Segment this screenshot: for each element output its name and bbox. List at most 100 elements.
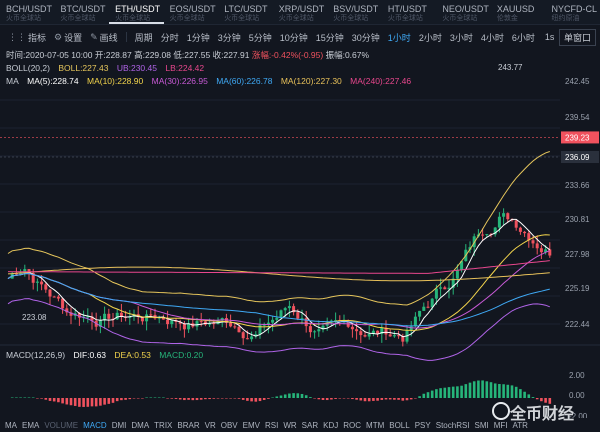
indicator-tab-psy[interactable]: PSY: [415, 421, 431, 430]
candle-body: [392, 335, 396, 337]
indicator-tab-boll[interactable]: BOLL: [389, 421, 409, 430]
indicator-tab-smi[interactable]: SMI: [475, 421, 489, 430]
macd-bar: [69, 398, 73, 406]
high-marker-label: 243.77: [498, 63, 523, 72]
candle-body: [363, 335, 367, 337]
period-9[interactable]: 3小时: [450, 31, 473, 44]
window-mode-button[interactable]: 单窗口: [558, 29, 596, 46]
indicator-tab-ma[interactable]: MA: [5, 421, 17, 430]
tab-ltc-usdt[interactable]: LTC/USDT 火币全球站: [218, 0, 273, 24]
tab-eos-usdt[interactable]: EOS/USDT 火币全球站: [164, 0, 219, 24]
macd-bar: [472, 381, 476, 398]
tab-xauusd[interactable]: XAUUSD 伦敦金: [491, 0, 546, 24]
indicator-tab-sar[interactable]: SAR: [302, 421, 318, 430]
candle-body: [388, 334, 392, 337]
candle-body: [107, 313, 111, 319]
candle-body: [149, 314, 153, 316]
candle-body: [145, 314, 149, 322]
macd-bar: [325, 398, 329, 401]
candle-body: [308, 326, 312, 333]
macd-bar: [460, 385, 463, 398]
tab-exchange: 火币全球站: [169, 15, 205, 22]
tab-xrp-usdt[interactable]: XRP/USDT 火币全球站: [273, 0, 328, 24]
macd-bar: [183, 398, 186, 401]
period-8[interactable]: 2小时: [419, 31, 442, 44]
macd-bar: [376, 398, 379, 401]
indicator-tab-volume[interactable]: VOLUME: [44, 421, 78, 430]
tab-symbol: HT/USDT: [387, 4, 427, 14]
tab-symbol: XAUUSD: [496, 4, 535, 14]
macd-bar: [267, 398, 270, 399]
period-2[interactable]: 3分钟: [218, 31, 241, 44]
macd-bar: [199, 398, 203, 400]
period-list: 分时 1分钟 3分钟 5分钟 10分钟 15分钟 30分钟 1小时 2小时 3小时 4小时 6小时: [153, 31, 535, 44]
macd-bar: [355, 398, 358, 400]
indicator-tab-roc[interactable]: ROC: [343, 421, 361, 430]
macd-bar: [367, 398, 371, 402]
macd-bar: [292, 393, 295, 398]
period-4[interactable]: 10分钟: [280, 31, 308, 44]
candle-body: [422, 306, 426, 311]
indicator-tab-ema[interactable]: EMA: [22, 421, 39, 430]
macd-bar: [124, 398, 127, 400]
macd-bar: [36, 398, 39, 399]
period-11[interactable]: 6小时: [512, 31, 535, 44]
period-0[interactable]: 分时: [161, 31, 179, 44]
indicator-tab-brar[interactable]: BRAR: [177, 421, 199, 430]
tab-nycfd-cl[interactable]: NYCFD-CL 纽约原油: [545, 0, 600, 24]
indicator-tab-obv[interactable]: OBV: [221, 421, 238, 430]
settings-button[interactable]: ⚙ 设置: [54, 31, 82, 44]
indicator-tab-dmi[interactable]: DMI: [112, 421, 127, 430]
tab-symbol: BSV/USDT: [333, 4, 379, 14]
macd-bar: [359, 398, 363, 401]
macd-bar: [422, 393, 426, 398]
candle-body: [52, 296, 56, 298]
ma-legend: MA MA(5):228.74 MA(10):228.90 MA(30):226…: [6, 76, 412, 86]
indicator-tab-dma[interactable]: DMA: [131, 421, 149, 430]
macd-bar: [296, 393, 300, 398]
tab-eth-usdt[interactable]: ETH/USDT 火币全球站: [109, 0, 164, 24]
macd-bar: [187, 398, 190, 400]
period-1[interactable]: 1分钟: [187, 31, 210, 44]
period-3[interactable]: 5分钟: [249, 31, 272, 44]
tab-bsv-usdt[interactable]: BSV/USDT 火币全球站: [327, 0, 382, 24]
macd-bar: [363, 398, 367, 402]
drawing-button[interactable]: ✎ 画线: [90, 31, 118, 44]
macd-bar: [523, 391, 526, 398]
indicator-tab-kdj[interactable]: KDJ: [323, 421, 338, 430]
tab-neo-usdt[interactable]: NEO/USDT 火币全球站: [436, 0, 491, 24]
period-10[interactable]: 4小时: [481, 31, 504, 44]
indicator-button[interactable]: ⋮⋮ 指标: [8, 31, 46, 44]
tab-symbol: BTC/USDT: [60, 4, 106, 14]
candle-body: [355, 329, 359, 332]
macd-bar: [212, 398, 216, 399]
tab-symbol: BCH/USDT: [6, 4, 53, 14]
tab-symbol: ETH/USDT: [115, 4, 161, 14]
indicator-tab-wr[interactable]: WR: [283, 421, 296, 430]
tab-symbol: EOS/USDT: [169, 4, 216, 14]
indicator-tab-macd[interactable]: MACD: [83, 421, 107, 430]
indicator-tab-mfi[interactable]: MFI: [494, 421, 508, 430]
indicator-tab-vr[interactable]: VR: [205, 421, 216, 430]
period-7[interactable]: 1小时: [388, 31, 411, 44]
macd-bar: [519, 389, 522, 398]
indicator-tab-trix[interactable]: TRIX: [154, 421, 172, 430]
boll-upper-line: [7, 151, 550, 306]
indicator-tab-emv[interactable]: EMV: [243, 421, 260, 430]
tab-exchange: 火币全球站: [442, 15, 478, 22]
interval-seconds[interactable]: 1s: [545, 32, 555, 42]
period-5[interactable]: 15分钟: [316, 31, 344, 44]
tab-btc-usdt[interactable]: BTC/USDT 火币全球站: [55, 0, 110, 24]
indicator-tab-rsi[interactable]: RSI: [265, 421, 278, 430]
indicator-tab-mtm[interactable]: MTM: [366, 421, 384, 430]
tab-ht-usdt[interactable]: HT/USDT 火币全球站: [382, 0, 437, 24]
kline-chart[interactable]: 242.45239.54236.61233.66230.81227.98225.…: [0, 49, 600, 432]
macd-bar: [195, 398, 199, 401]
macd-bar: [456, 386, 459, 398]
indicator-tab-stochrsi[interactable]: StochRSI: [436, 421, 470, 430]
candle-body: [296, 312, 300, 319]
price-tick-label: 222.44: [565, 320, 590, 329]
period-6[interactable]: 30分钟: [352, 31, 380, 44]
tab-bch-usdt[interactable]: BCH/USDT 火币全球站: [0, 0, 55, 24]
macd-bar: [27, 397, 31, 398]
